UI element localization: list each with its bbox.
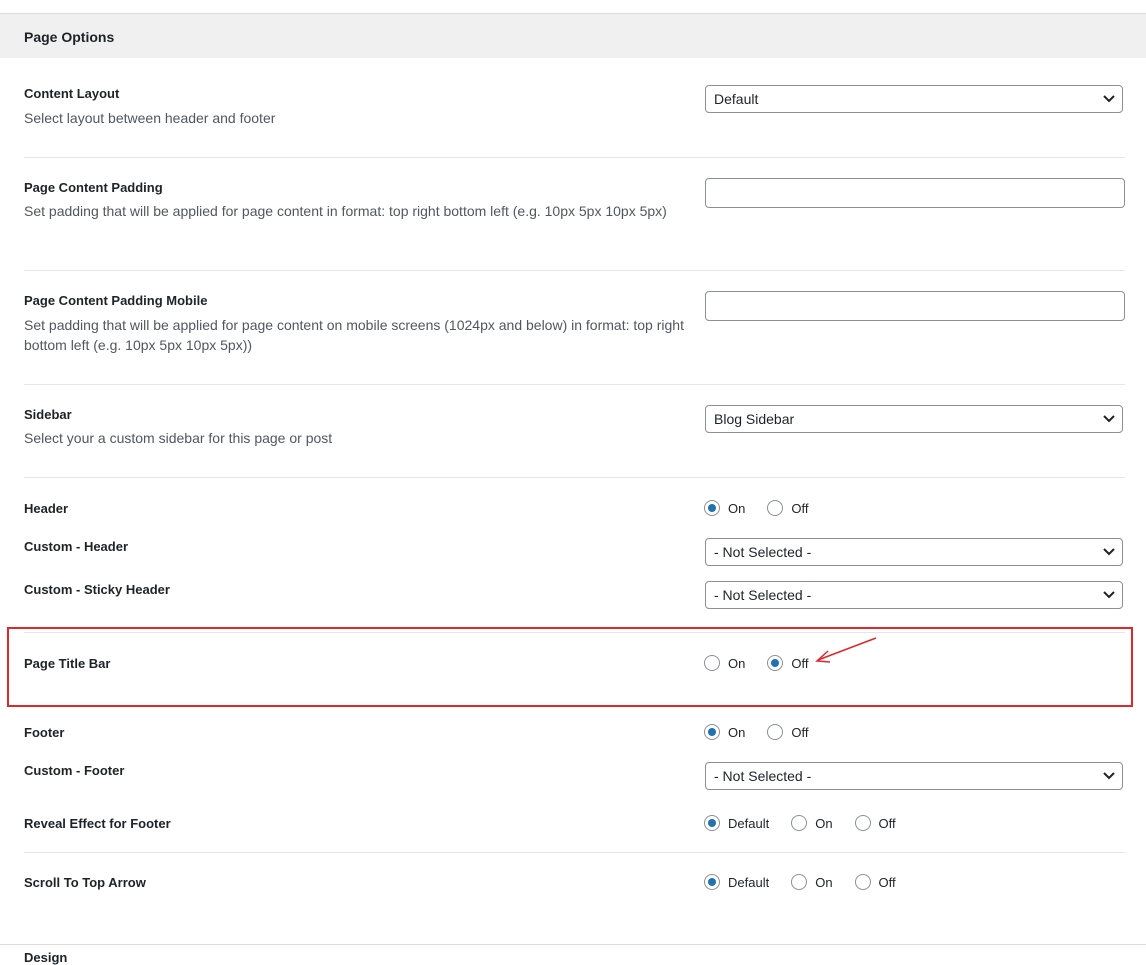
custom-header-select[interactable]: - Not Selected -: [705, 538, 1123, 566]
bottom-divider: [0, 944, 1146, 945]
radio-label: On: [815, 815, 833, 831]
padding-mobile-label: Page Content Padding Mobile: [24, 293, 208, 308]
row-divider: [24, 477, 1125, 478]
sidebar-value: Blog Sidebar: [714, 411, 795, 427]
header-on-option[interactable]: On: [704, 500, 745, 516]
padding-label: Page Content Padding: [24, 180, 163, 195]
radio-unchecked-icon[interactable]: [767, 724, 784, 740]
next-section-title[interactable]: Design: [24, 950, 67, 965]
header-radio-group: On Off: [704, 500, 830, 516]
radio-label: On: [728, 724, 746, 740]
custom-footer-select[interactable]: - Not Selected -: [705, 762, 1123, 790]
radio-checked-icon[interactable]: [704, 815, 720, 831]
row-divider: [24, 384, 1125, 385]
radio-checked-icon[interactable]: [704, 500, 720, 516]
footer-label: Footer: [24, 725, 65, 740]
radio-unchecked-icon[interactable]: [854, 874, 871, 890]
radio-unchecked-icon[interactable]: [704, 655, 720, 671]
radio-checked-icon[interactable]: [704, 724, 720, 740]
annotation-highlight-box: [7, 627, 1133, 707]
custom-sticky-header-label: Custom - Sticky Header: [24, 582, 170, 597]
header-off-option[interactable]: Off: [767, 500, 808, 516]
content-layout-select[interactable]: Default: [705, 85, 1123, 113]
reveal-footer-label: Reveal Effect for Footer: [24, 816, 171, 831]
radio-unchecked-icon[interactable]: [767, 500, 784, 516]
scroll-top-default-option[interactable]: Default: [704, 874, 769, 890]
page-title-bar-off-option[interactable]: Off: [767, 655, 808, 671]
radio-label: Off: [878, 874, 896, 890]
padding-input[interactable]: [705, 178, 1125, 208]
radio-label: Off: [791, 655, 809, 671]
custom-footer-label: Custom - Footer: [24, 763, 125, 778]
radio-label: Off: [791, 724, 809, 740]
scroll-top-radio-group: Default On Off: [704, 874, 918, 890]
padding-description: Set padding that will be applied for pag…: [24, 203, 667, 219]
footer-off-option[interactable]: Off: [767, 724, 808, 740]
radio-checked-icon[interactable]: [704, 874, 720, 890]
custom-header-value: - Not Selected -: [714, 544, 812, 560]
row-divider: [24, 157, 1125, 158]
radio-label: Off: [878, 815, 896, 831]
chevron-down-icon: [1103, 772, 1115, 780]
reveal-footer-default-option[interactable]: Default: [704, 815, 769, 831]
radio-label: Off: [791, 500, 809, 516]
custom-header-label: Custom - Header: [24, 539, 129, 554]
page-title-bar-on-option[interactable]: On: [704, 655, 745, 671]
chevron-down-icon: [1103, 95, 1115, 103]
custom-footer-value: - Not Selected -: [714, 768, 812, 784]
content-layout-value: Default: [714, 91, 759, 107]
radio-label: On: [728, 500, 746, 516]
radio-unchecked-icon[interactable]: [854, 815, 871, 831]
red-arrow-icon: [815, 637, 877, 663]
scroll-top-off-option[interactable]: Off: [854, 874, 896, 890]
padding-mobile-description: Set padding that will be applied for pag…: [24, 317, 684, 353]
sidebar-description: Select your a custom sidebar for this pa…: [24, 430, 333, 446]
reveal-footer-off-option[interactable]: Off: [854, 815, 896, 831]
radio-unchecked-icon[interactable]: [791, 874, 808, 890]
row-divider: [24, 852, 1125, 853]
radio-label: On: [815, 874, 833, 890]
content-layout-description: Select layout between header and footer: [24, 110, 276, 126]
sidebar-select[interactable]: Blog Sidebar: [705, 405, 1123, 433]
radio-label: Default: [728, 874, 770, 890]
padding-mobile-input[interactable]: [705, 291, 1125, 321]
radio-checked-icon[interactable]: [767, 655, 784, 671]
chevron-down-icon: [1103, 415, 1115, 423]
scroll-top-label: Scroll To Top Arrow: [24, 875, 146, 890]
page-title-bar-label: Page Title Bar: [24, 656, 111, 671]
reveal-footer-radio-group: Default On Off: [704, 815, 918, 831]
custom-sticky-header-select[interactable]: - Not Selected -: [705, 581, 1123, 609]
row-divider: [24, 270, 1125, 271]
content-layout-label: Content Layout: [24, 86, 120, 101]
panel-title: Page Options: [24, 29, 115, 45]
radio-unchecked-icon[interactable]: [791, 815, 808, 831]
radio-label: On: [728, 655, 746, 671]
chevron-down-icon: [1103, 591, 1115, 599]
sidebar-label: Sidebar: [24, 407, 72, 422]
radio-label: Default: [728, 815, 770, 831]
panel-header[interactable]: Page Options: [0, 14, 1146, 58]
custom-sticky-header-value: - Not Selected -: [714, 587, 812, 603]
chevron-down-icon: [1103, 548, 1115, 556]
scroll-top-on-option[interactable]: On: [791, 874, 833, 890]
reveal-footer-on-option[interactable]: On: [791, 815, 833, 831]
header-label: Header: [24, 501, 69, 516]
footer-on-option[interactable]: On: [704, 724, 745, 740]
footer-radio-group: On Off: [704, 724, 830, 740]
